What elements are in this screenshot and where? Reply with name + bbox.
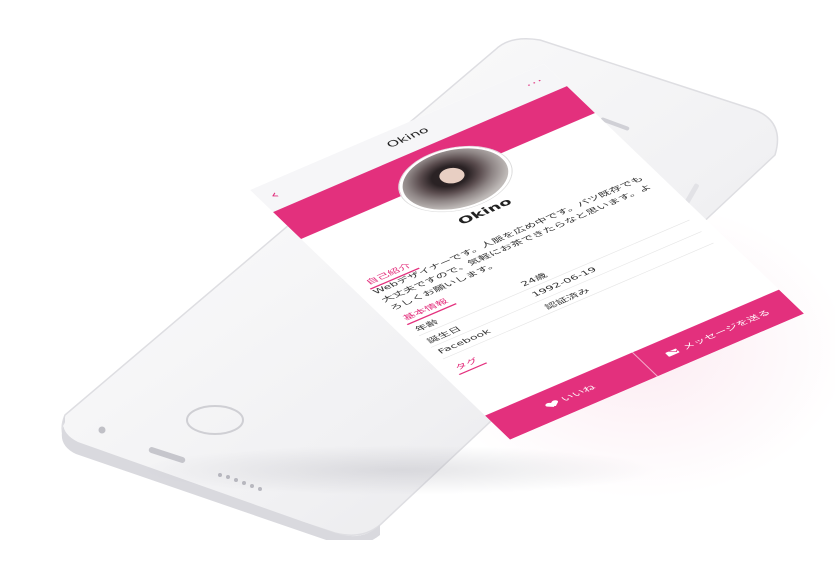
- section-label-tags: タグ: [449, 353, 488, 376]
- heart-icon: [545, 400, 559, 409]
- avatar-face: [434, 164, 470, 187]
- mail-icon: [665, 348, 681, 357]
- headphone-jack: [98, 426, 106, 434]
- like-label: いいね: [558, 383, 598, 404]
- phone-shadow: [140, 445, 660, 495]
